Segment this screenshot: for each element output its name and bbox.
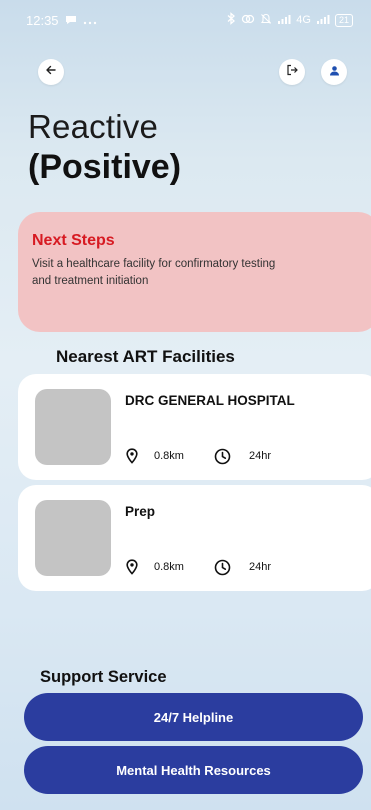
facilities-section-title: Nearest ART Facilities <box>56 347 235 366</box>
person-icon <box>329 63 340 81</box>
facility-meta: 0.8km 24hr <box>123 558 271 576</box>
result-title: Reactive <box>28 108 158 145</box>
facility-card[interactable]: DRC GENERAL HOSPITAL 0.8km 24hr <box>18 374 371 480</box>
battery-icon: 21 <box>334 13 353 27</box>
facility-image <box>35 500 111 576</box>
mental-health-button[interactable]: Mental Health Resources <box>24 746 363 794</box>
signal-icon <box>316 13 330 27</box>
link-icon <box>241 13 255 28</box>
facility-meta: 0.8km 24hr <box>123 447 271 465</box>
profile-button[interactable] <box>321 59 347 85</box>
next-steps-card: Next Steps Visit a healthcare facility f… <box>18 212 371 332</box>
facility-name: DRC GENERAL HOSPITAL <box>125 393 295 408</box>
helpline-button[interactable]: 24/7 Helpline <box>24 693 363 741</box>
mute-icon <box>260 13 272 28</box>
facility-hours: 24hr <box>248 450 271 462</box>
next-steps-title: Next Steps <box>32 232 115 249</box>
location-pin-icon <box>123 558 141 576</box>
status-bar: 12:35 4G 21 <box>0 0 371 40</box>
arrow-left-icon <box>45 63 57 81</box>
back-button[interactable] <box>38 59 64 85</box>
more-notifications-icon <box>83 13 97 28</box>
result-subtitle: (Positive) <box>28 148 182 186</box>
network-type: 4G <box>296 14 311 26</box>
status-right: 4G 21 <box>226 12 353 28</box>
logout-icon <box>286 63 298 81</box>
logout-button[interactable] <box>279 59 305 85</box>
facility-name: Prep <box>125 504 156 519</box>
clock-icon <box>214 558 232 576</box>
battery-level: 21 <box>338 14 349 25</box>
facility-distance: 0.8km <box>154 561 184 573</box>
status-time: 12:35 <box>26 12 59 28</box>
status-left: 12:35 <box>26 13 97 28</box>
support-section-title: Support Service <box>40 668 167 686</box>
clock-icon <box>214 447 232 465</box>
facility-image <box>35 389 111 465</box>
chat-notification-icon <box>65 13 77 28</box>
facility-distance: 0.8km <box>154 450 184 462</box>
next-steps-body: Visit a healthcare facility for confirma… <box>32 258 276 287</box>
bluetooth-icon <box>226 12 236 28</box>
signal-icon <box>277 13 291 27</box>
facility-hours: 24hr <box>248 561 271 573</box>
facility-card[interactable]: Prep 0.8km 24hr <box>18 485 371 591</box>
location-pin-icon <box>123 447 141 465</box>
